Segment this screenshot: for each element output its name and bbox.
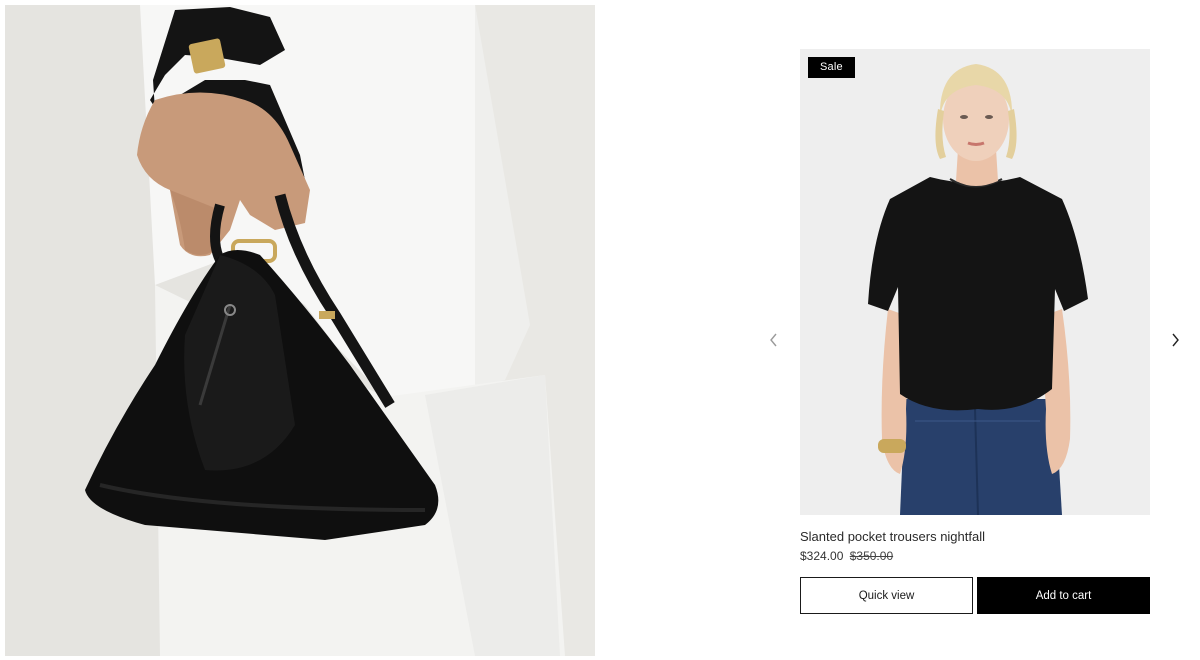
chevron-right-icon — [1172, 333, 1179, 347]
carousel-prev-button[interactable] — [764, 330, 784, 350]
chevron-left-icon — [770, 333, 777, 347]
product-card: Sale Slanted pocket trousers nightfall $… — [800, 49, 1150, 614]
hero-image — [5, 5, 595, 656]
price-original: $350.00 — [849, 549, 894, 563]
page: Sale Slanted pocket trousers nightfall $… — [0, 0, 1200, 660]
hero-photo — [5, 5, 595, 656]
sale-badge: Sale — [808, 57, 855, 78]
add-to-cart-button[interactable]: Add to cart — [977, 577, 1150, 614]
product-image[interactable]: Sale — [800, 49, 1150, 515]
product-photo — [800, 49, 1150, 515]
price-block: $324.00 $350.00 — [800, 548, 1150, 564]
product-name[interactable]: Slanted pocket trousers nightfall — [800, 529, 1150, 545]
price-current: $324.00 — [800, 549, 844, 563]
carousel-next-button[interactable] — [1165, 330, 1185, 350]
quick-view-button[interactable]: Quick view — [800, 577, 973, 614]
card-actions: Quick view Add to cart — [800, 577, 1150, 614]
